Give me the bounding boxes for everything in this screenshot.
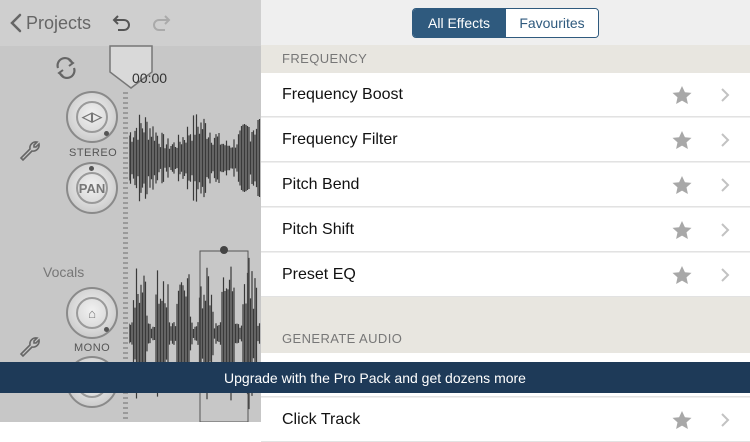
waveform-track-1 xyxy=(129,114,261,202)
effect-row[interactable]: Frequency Boost xyxy=(261,73,750,117)
star-icon[interactable] xyxy=(672,176,692,195)
effect-row[interactable]: Frequency Filter xyxy=(261,118,750,162)
effect-label: Click Track xyxy=(282,411,361,428)
back-to-projects-button[interactable]: Projects xyxy=(10,10,91,36)
effect-row[interactable]: Pitch Shift xyxy=(261,208,750,252)
star-icon[interactable] xyxy=(672,411,692,430)
microphone-icon: ⌂ xyxy=(76,297,108,329)
loop-icon[interactable] xyxy=(52,55,80,81)
effect-row[interactable]: Pitch Bend xyxy=(261,163,750,207)
back-label: Projects xyxy=(26,12,92,33)
waveform-track-2 xyxy=(129,246,261,422)
star-icon[interactable] xyxy=(672,221,692,240)
track-mode-label: STEREO xyxy=(69,147,118,159)
chevron-right-icon xyxy=(721,178,730,192)
effect-row[interactable]: Preset EQ xyxy=(261,253,750,297)
section-gap xyxy=(261,297,750,325)
effect-label: Preset EQ xyxy=(282,266,356,283)
chevron-right-icon xyxy=(721,223,730,237)
knob-indicator xyxy=(89,166,94,171)
wrench-icon[interactable] xyxy=(17,334,43,360)
effect-row[interactable]: Click Track xyxy=(261,398,750,442)
effect-label: Pitch Bend xyxy=(282,176,360,193)
section-header: FREQUENCY xyxy=(261,45,750,73)
chevron-right-icon xyxy=(721,88,730,102)
segment-all-effects[interactable]: All Effects xyxy=(413,9,505,37)
speaker-icon: ◁▷ xyxy=(76,101,108,133)
track-name: Vocals xyxy=(43,264,85,280)
chevron-left-icon xyxy=(10,13,22,33)
knob-indicator xyxy=(104,327,109,332)
section-header: GENERATE AUDIO xyxy=(261,325,750,353)
pan-label: PAN xyxy=(76,172,108,204)
mono-knob[interactable]: ⌂ xyxy=(66,287,118,339)
upgrade-text: Upgrade with the Pro Pack and get dozens… xyxy=(224,369,526,386)
upgrade-banner[interactable]: Upgrade with the Pro Pack and get dozens… xyxy=(0,362,750,393)
star-icon[interactable] xyxy=(672,131,692,150)
effects-panel: All Effects Favourites FREQUENCY Frequen… xyxy=(261,0,750,442)
stereo-knob[interactable]: ◁▷ xyxy=(66,91,118,143)
chevron-right-icon xyxy=(721,133,730,147)
segment-favourites[interactable]: Favourites xyxy=(505,9,598,37)
star-icon[interactable] xyxy=(672,266,692,285)
track-editor-panel: Projects 00:00 ◁▷ STEREO PAN Vocals ⌂ MO… xyxy=(0,0,261,422)
undo-icon[interactable] xyxy=(109,11,133,35)
timecode-readout: 00:00 xyxy=(132,70,168,86)
redo-icon[interactable] xyxy=(150,11,174,35)
star-icon[interactable] xyxy=(672,86,692,105)
track-mode-label: MONO xyxy=(74,342,111,354)
effect-label: Frequency Filter xyxy=(282,131,398,148)
effect-label: Frequency Boost xyxy=(282,86,403,103)
pan-knob[interactable]: PAN xyxy=(66,162,118,214)
effect-label: Pitch Shift xyxy=(282,221,355,238)
chevron-right-icon xyxy=(721,413,730,427)
knob-indicator xyxy=(104,131,109,136)
chevron-right-icon xyxy=(721,268,730,282)
wrench-icon[interactable] xyxy=(17,138,43,164)
effects-segmented-control: All Effects Favourites xyxy=(412,8,599,38)
